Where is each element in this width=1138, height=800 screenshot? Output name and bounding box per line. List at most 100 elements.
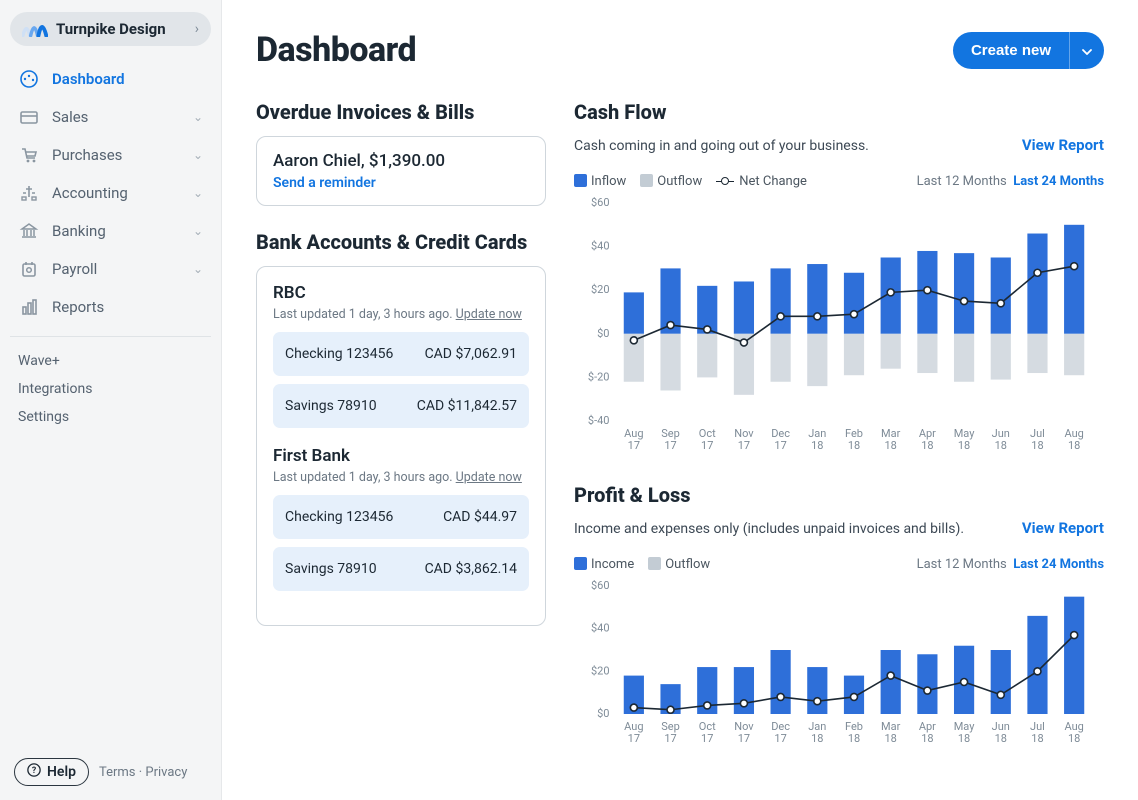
- svg-text:?: ?: [32, 766, 37, 776]
- line-point: [851, 693, 858, 700]
- bar-inflow: [1027, 234, 1047, 334]
- purchases-icon: [18, 144, 40, 166]
- cashflow-last-24-months[interactable]: Last 24 Months: [1013, 174, 1104, 189]
- line-point: [924, 687, 931, 694]
- line-point: [777, 693, 784, 700]
- line-point: [961, 298, 968, 305]
- svg-text:18: 18: [1068, 439, 1080, 452]
- account-row[interactable]: Checking 123456CAD $44.97: [273, 495, 529, 539]
- help-button[interactable]: ? Help: [14, 758, 89, 786]
- line-point: [814, 313, 821, 320]
- bar-inflow: [991, 258, 1011, 334]
- bar-inflow: [807, 264, 827, 334]
- svg-text:17: 17: [628, 732, 640, 745]
- account-row[interactable]: Checking 123456CAD $7,062.91: [273, 332, 529, 376]
- svg-text:$-40: $-40: [588, 414, 610, 427]
- sidebar-sublink-settings[interactable]: Settings: [10, 403, 211, 431]
- cashflow-last-12-months[interactable]: Last 12 Months: [917, 174, 1007, 189]
- line-point: [1034, 269, 1041, 276]
- overdue-line: Aaron Chiel, $1,390.00: [273, 151, 529, 171]
- svg-text:18: 18: [848, 732, 860, 745]
- create-new-button[interactable]: Create new: [953, 32, 1069, 69]
- svg-text:18: 18: [958, 732, 970, 745]
- account-name: Checking 123456: [285, 509, 393, 525]
- account-balance: CAD $7,062.91: [425, 346, 517, 362]
- sidebar-item-sales[interactable]: Sales⌄: [10, 98, 211, 136]
- bank-accounts-card: RBCLast updated 1 day, 3 hours ago. Upda…: [256, 266, 546, 626]
- account-name: Savings 78910: [285, 561, 377, 577]
- bar-outflow: [771, 334, 791, 382]
- nav-label: Reports: [52, 298, 104, 316]
- bar-inflow: [771, 650, 791, 714]
- sidebar-item-purchases[interactable]: Purchases ⌄: [10, 136, 211, 174]
- company-name: Turnpike Design: [56, 20, 195, 38]
- cashflow-view-report-link[interactable]: View Report: [1022, 136, 1104, 154]
- profitloss-view-report-link[interactable]: View Report: [1022, 519, 1104, 537]
- line-point: [1071, 263, 1078, 270]
- svg-text:17: 17: [774, 439, 786, 452]
- update-now-link[interactable]: Update now: [456, 470, 522, 485]
- chevron-down-icon: ⌄: [193, 148, 203, 162]
- accounting-icon: [18, 182, 40, 204]
- privacy-link[interactable]: Privacy: [145, 765, 187, 780]
- profitloss-last-12-months[interactable]: Last 12 Months: [917, 557, 1007, 572]
- line-point: [630, 337, 637, 344]
- svg-text:$40: $40: [591, 240, 610, 253]
- outflow-swatch-pl: [648, 557, 661, 570]
- chevron-down-icon: ⌄: [193, 262, 203, 276]
- bar-outflow: [917, 334, 937, 373]
- dashboard-icon: [18, 68, 40, 90]
- terms-link[interactable]: Terms: [99, 765, 136, 780]
- sidebar-sublink-integrations[interactable]: Integrations: [10, 375, 211, 403]
- account-row[interactable]: Savings 78910CAD $11,842.57: [273, 384, 529, 428]
- payroll-icon: [18, 258, 40, 280]
- sidebar-item-reports[interactable]: Reports: [10, 288, 211, 326]
- main-content: Dashboard Create new Overdue Invoices & …: [222, 0, 1138, 800]
- sidebar-sublink-wave-[interactable]: Wave+: [10, 347, 211, 375]
- bar-inflow: [1064, 225, 1084, 334]
- bank-name: First Bank: [273, 446, 529, 466]
- chevron-down-icon: ⌄: [193, 110, 203, 124]
- line-point: [704, 326, 711, 333]
- nav-label: Dashboard: [52, 70, 125, 88]
- profitloss-last-24-months[interactable]: Last 24 Months: [1013, 557, 1104, 572]
- sidebar-item-banking[interactable]: Banking⌄: [10, 212, 211, 250]
- svg-text:18: 18: [885, 439, 897, 452]
- send-reminder-link[interactable]: Send a reminder: [273, 175, 529, 191]
- account-row[interactable]: Savings 78910CAD $3,862.14: [273, 547, 529, 591]
- question-icon: ?: [27, 763, 41, 781]
- reports-icon: [18, 296, 40, 318]
- create-new-dropdown[interactable]: [1069, 32, 1104, 69]
- svg-text:18: 18: [811, 439, 823, 452]
- cashflow-subtitle: Cash coming in and going out of your bus…: [574, 138, 869, 154]
- line-point: [630, 704, 637, 711]
- sidebar-item-accounting[interactable]: Accounting⌄: [10, 174, 211, 212]
- svg-text:$60: $60: [591, 580, 610, 592]
- profitloss-chart: $60$40$20$0Aug17Sep17Oct17Nov17Dec17Jan1…: [574, 580, 1104, 750]
- bar-outflow: [844, 334, 864, 375]
- line-point: [961, 679, 968, 686]
- update-now-link[interactable]: Update now: [456, 307, 522, 322]
- sidebar-item-dashboard[interactable]: Dashboard: [10, 60, 211, 98]
- svg-text:17: 17: [628, 439, 640, 452]
- line-point: [887, 289, 894, 296]
- wave-logo-icon: [22, 20, 48, 38]
- svg-text:17: 17: [664, 439, 676, 452]
- line-point: [740, 339, 747, 346]
- svg-text:17: 17: [664, 732, 676, 745]
- legend-outflow-pl: Outflow: [648, 557, 710, 572]
- line-point: [667, 706, 674, 713]
- svg-text:$20: $20: [591, 664, 610, 677]
- bar-inflow: [1064, 597, 1084, 714]
- company-switcher[interactable]: Turnpike Design ›: [10, 12, 211, 46]
- help-label: Help: [47, 764, 76, 780]
- nav-label: Purchases: [52, 146, 122, 164]
- bar-outflow: [954, 334, 974, 382]
- sidebar-item-payroll[interactable]: Payroll⌄: [10, 250, 211, 288]
- bar-inflow: [917, 654, 937, 714]
- svg-text:$-20: $-20: [588, 370, 610, 383]
- sidebar: Turnpike Design › DashboardSales⌄Purchas…: [0, 0, 222, 800]
- svg-text:18: 18: [995, 439, 1007, 452]
- bar-outflow: [697, 334, 717, 378]
- bar-inflow: [844, 273, 864, 334]
